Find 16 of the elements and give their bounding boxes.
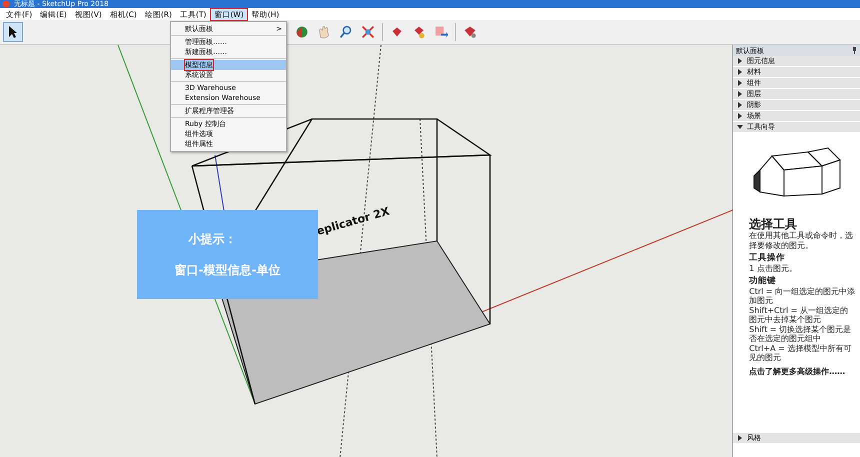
guide-heading: 工具操作 (749, 254, 786, 264)
guide-heading: 功能键 (749, 277, 778, 286)
tip-text: 窗口-模型信息-单位 (174, 262, 280, 278)
guide-text: Ctrl = 向一组选定的图元中添加图元 (749, 286, 856, 306)
pin-icon[interactable] (852, 47, 857, 54)
guide-text: Ctrl+A = 选择模型中所有可见的图元 (749, 344, 852, 362)
app-icon (2, 0, 10, 8)
select-tool-button[interactable] (3, 22, 23, 42)
tip-title: 小提示： (188, 230, 236, 248)
guide-title: 选择工具 (749, 217, 798, 231)
guide-text: Shift+Ctrl = 从一组选定的图元中去掉某个图元 (749, 306, 850, 324)
guide-link[interactable]: 点击了解更多高级操作…… (749, 366, 856, 376)
guide-text: 1 点击图元。 (749, 264, 798, 273)
guide-text: 在使用其他工具或命令时，选择要修改的图元。 (749, 231, 854, 250)
guide-text: Shift = 切换选择某个图元是否在选定的图元组中 (749, 324, 852, 344)
arrow-cursor-icon (8, 25, 18, 39)
